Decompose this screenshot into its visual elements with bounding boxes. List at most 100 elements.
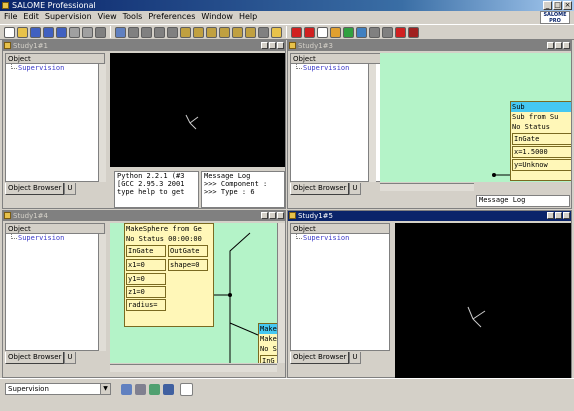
red-pin-icon[interactable] <box>291 26 302 38</box>
stop-icon[interactable] <box>395 26 406 38</box>
horizontal-scrollbar[interactable] <box>110 364 277 372</box>
tab-object-browser[interactable]: Object Browser <box>5 183 65 195</box>
undo-icon[interactable] <box>43 26 54 38</box>
window-close-button[interactable] <box>277 212 284 219</box>
gear2-icon[interactable] <box>382 26 393 38</box>
tab-object-browser[interactable]: Object Browser <box>5 352 65 364</box>
message-log[interactable]: Message Log <box>476 195 570 207</box>
window-close-button[interactable] <box>563 42 570 49</box>
open-icon[interactable] <box>17 26 28 38</box>
tab-object-browser[interactable]: Object Browser <box>290 183 350 195</box>
left-icon[interactable] <box>232 26 243 38</box>
object-browser[interactable]: Object Supervision <box>5 223 105 351</box>
module-selector[interactable]: Supervision ▼ <box>5 383 111 395</box>
window-close-button[interactable] <box>277 42 284 49</box>
post-pro-module-icon[interactable] <box>149 384 160 395</box>
object-column-header[interactable]: Object <box>6 224 104 234</box>
object-column-header[interactable]: Object <box>6 54 104 64</box>
mesh-module-icon[interactable] <box>135 384 146 395</box>
msglog-line: Message Log <box>204 172 251 180</box>
back-icon[interactable] <box>193 26 204 38</box>
message-log[interactable]: Message Log >>> Component : >>> Type : 6 <box>201 171 285 208</box>
window-min-button[interactable] <box>261 42 268 49</box>
refresh-icon[interactable] <box>343 26 354 38</box>
dump-icon[interactable] <box>95 26 106 38</box>
window-titlebar[interactable]: Study1#4 <box>3 211 285 221</box>
window-max-button[interactable] <box>555 42 562 49</box>
salome-app-icon <box>2 2 9 9</box>
window-titlebar[interactable]: Study1#3 <box>288 41 571 51</box>
supervision-module-icon[interactable] <box>163 384 174 395</box>
copy-icon[interactable] <box>69 26 80 38</box>
save-icon[interactable] <box>30 26 41 38</box>
menu-supervision[interactable]: Supervision <box>45 11 92 23</box>
window-min-button[interactable] <box>547 42 554 49</box>
supervision-graph-view[interactable]: MakeSphere from Ge No Status 00:00:00 In… <box>110 223 277 363</box>
menu-help[interactable]: Help <box>239 11 257 23</box>
cube-icon[interactable] <box>271 26 282 38</box>
zoom-icon[interactable] <box>128 26 139 38</box>
tab-u[interactable]: U <box>349 183 361 195</box>
window-max-button[interactable] <box>269 212 276 219</box>
menu-file[interactable]: File <box>4 11 17 23</box>
red-flag-icon[interactable] <box>304 26 315 38</box>
view-fit-icon[interactable] <box>115 26 126 38</box>
object-browser[interactable]: Object Supervision <box>290 223 390 351</box>
tab-u[interactable]: U <box>64 183 76 195</box>
new-icon[interactable] <box>4 26 15 38</box>
object-column-header[interactable]: Object <box>291 224 389 234</box>
record-icon[interactable] <box>408 26 419 38</box>
vertical-scrollbar[interactable] <box>368 64 376 182</box>
menu-tools[interactable]: Tools <box>123 11 143 23</box>
tree-item-supervision[interactable]: Supervision <box>291 233 389 243</box>
bottom-icon[interactable] <box>219 26 230 38</box>
tab-object-browser[interactable]: Object Browser <box>290 352 350 364</box>
viewer-3d[interactable] <box>395 223 571 378</box>
tab-u[interactable]: U <box>64 352 76 364</box>
geometry-module-icon[interactable] <box>121 384 132 395</box>
front-icon[interactable] <box>180 26 191 38</box>
tree-item-supervision[interactable]: Supervision <box>6 233 104 243</box>
grid-icon[interactable] <box>356 26 367 38</box>
menu-edit[interactable]: Edit <box>23 11 39 23</box>
window-titlebar[interactable]: Study1#5 <box>288 211 571 221</box>
paste-icon[interactable] <box>82 26 93 38</box>
vertical-scrollbar[interactable] <box>98 64 106 182</box>
window-max-button[interactable] <box>555 212 562 219</box>
edit-icon[interactable] <box>330 26 341 38</box>
top-icon[interactable] <box>206 26 217 38</box>
redo-icon[interactable] <box>56 26 67 38</box>
gear-icon[interactable] <box>369 26 380 38</box>
menu-window[interactable]: Window <box>201 11 233 23</box>
minimize-button[interactable]: _ <box>543 1 552 10</box>
axis-trihedron <box>185 114 199 130</box>
chevron-down-icon[interactable]: ▼ <box>100 384 110 394</box>
horizontal-scrollbar[interactable] <box>380 183 474 191</box>
menu-view[interactable]: View <box>98 11 117 23</box>
window-min-button[interactable] <box>261 212 268 219</box>
vertical-scrollbar[interactable] <box>277 223 285 363</box>
window-min-button[interactable] <box>547 212 554 219</box>
reset-icon[interactable] <box>258 26 269 38</box>
window-close-button[interactable] <box>563 212 570 219</box>
window-titlebar[interactable]: Study1#1 <box>3 41 285 51</box>
rotate-icon[interactable] <box>167 26 178 38</box>
tab-u[interactable]: U <box>349 352 361 364</box>
visu-module-icon[interactable] <box>180 383 193 396</box>
supervision-graph-view[interactable]: Sub Sub from Su No Status InGate x=1.500… <box>380 53 571 182</box>
menu-preferences[interactable]: Preferences <box>148 11 195 23</box>
tree-item-supervision[interactable]: Supervision <box>6 63 104 73</box>
python-console[interactable]: Python 2.2.1 (#3 [GCC 2.95.3 2001 type hel… <box>114 171 199 208</box>
close-button[interactable]: × <box>563 1 572 10</box>
maximize-button[interactable]: □ <box>553 1 562 10</box>
window-max-button[interactable] <box>269 42 276 49</box>
viewer-3d[interactable] <box>110 53 285 167</box>
mdi-area: Study1#1 Object Supervision Object Brows… <box>0 40 574 378</box>
zoom-window-icon[interactable] <box>141 26 152 38</box>
pan-icon[interactable] <box>154 26 165 38</box>
object-browser[interactable]: Object Supervision <box>5 53 105 182</box>
vertical-scrollbar[interactable] <box>98 234 106 351</box>
object-column-header[interactable]: Object <box>291 54 389 64</box>
right-icon[interactable] <box>245 26 256 38</box>
doc-icon[interactable] <box>317 26 328 38</box>
